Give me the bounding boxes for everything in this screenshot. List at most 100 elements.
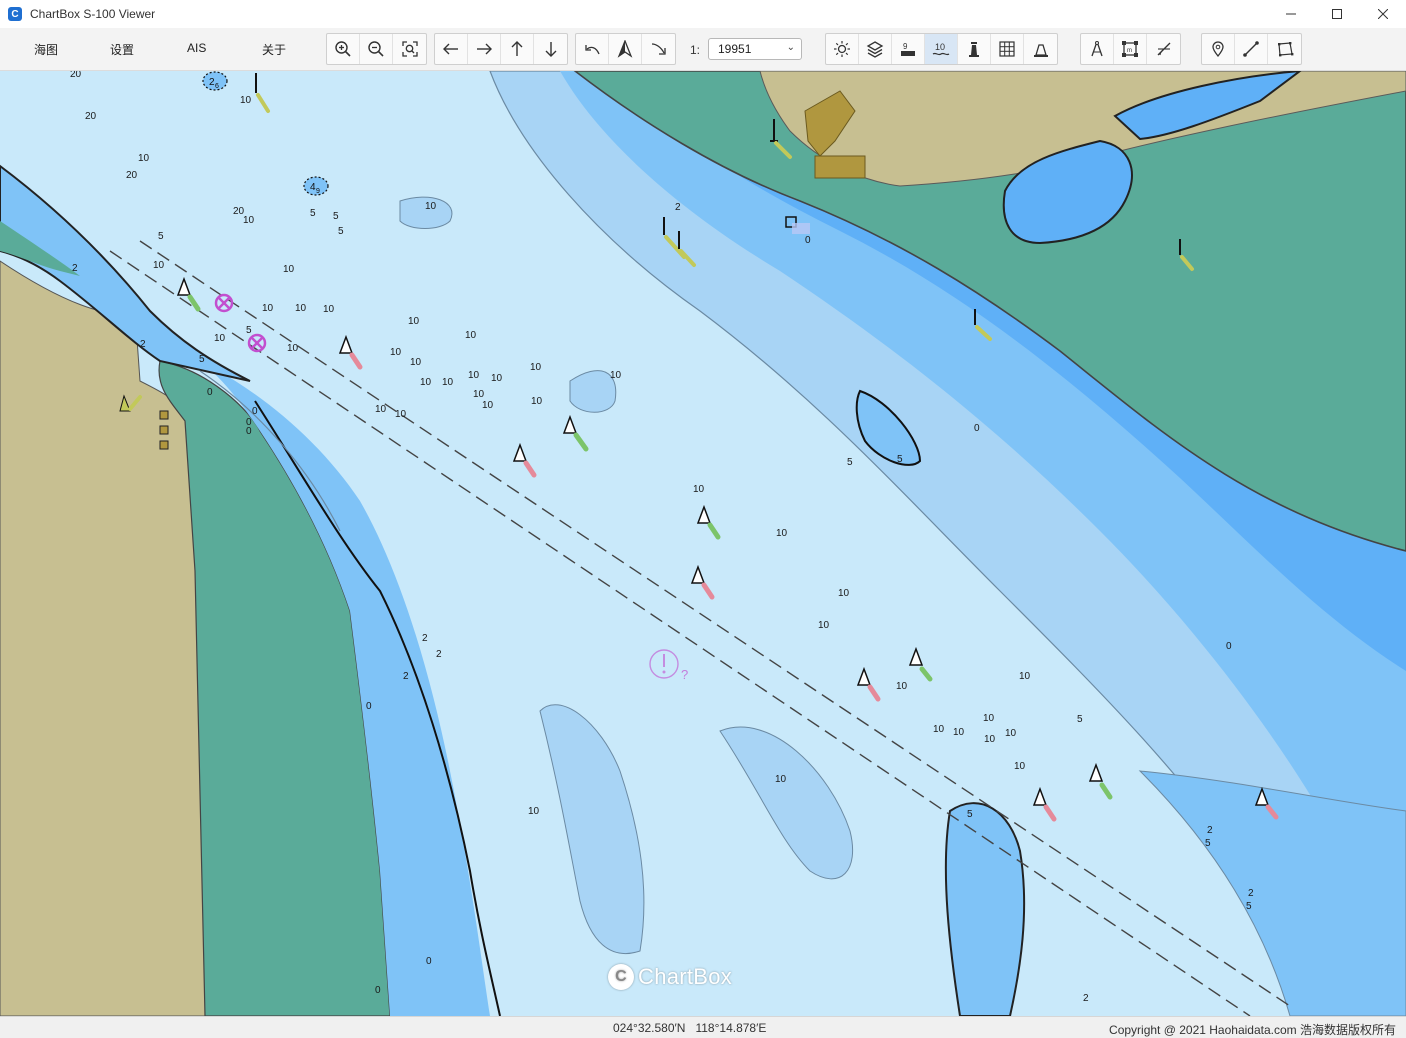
frame-button[interactable]: m	[1114, 34, 1147, 64]
orientation-toolbar-group	[575, 33, 676, 65]
minimize-icon	[1286, 13, 1296, 15]
depth-sounding: 2	[1248, 888, 1254, 899]
latitude-readout: 024°32.580′N	[613, 1021, 686, 1035]
depth-sounding: 10	[473, 389, 485, 400]
grid-icon	[999, 41, 1015, 57]
depth-sounding: 10	[1005, 728, 1017, 739]
north-up-icon	[617, 40, 633, 58]
anchor-area-button[interactable]	[1024, 34, 1057, 64]
grid-button[interactable]	[991, 34, 1024, 64]
rotate-right-button[interactable]	[642, 34, 675, 64]
red-buoy-symbol	[512, 442, 537, 478]
depth-sounding: 10	[323, 304, 335, 315]
menu-settings[interactable]: 设置	[110, 41, 134, 58]
scale-dropdown[interactable]: 19951 ⌄	[708, 38, 802, 60]
layers-button[interactable]	[859, 34, 892, 64]
zoom-fit-button[interactable]	[393, 34, 426, 64]
depth-sounding: 10	[243, 215, 255, 226]
line-button[interactable]	[1235, 34, 1268, 64]
rotate-right-icon	[651, 43, 666, 55]
shoal-area	[719, 726, 854, 880]
scale-value: 19951	[718, 42, 752, 56]
depth-sounding: 5	[158, 231, 164, 242]
app-logo-icon: C	[8, 7, 22, 21]
southeast-shallow-water	[944, 802, 1026, 1016]
shoal-area	[569, 370, 617, 413]
depth-sounding: 10	[410, 357, 422, 368]
depth-sounding: 10	[138, 153, 150, 164]
svg-text:9: 9	[903, 42, 908, 51]
copyright-text: Copyright @ 2021 Haohaidata.com 浩海数据版权所有	[1109, 1023, 1396, 1037]
depth-sounding: 2	[1207, 825, 1213, 836]
menu-about[interactable]: 关于	[262, 41, 286, 58]
green-buoy-symbol	[176, 276, 201, 312]
depth-sounding: 5	[1205, 838, 1211, 849]
depth-sounding: 10	[153, 260, 165, 271]
depth-sounding: 0	[974, 423, 980, 434]
soundings-icon: 10	[932, 42, 950, 56]
wreck-symbol	[214, 293, 234, 313]
depth-sounding: 5	[1077, 714, 1083, 725]
depth-sounding: 10	[896, 681, 908, 692]
rotate-left-button[interactable]	[576, 34, 609, 64]
close-button[interactable]	[1360, 0, 1406, 28]
depth-sounding: 2	[72, 263, 78, 274]
maximize-button[interactable]	[1314, 0, 1360, 28]
lighthouse-button[interactable]	[958, 34, 991, 64]
minimize-button[interactable]	[1268, 0, 1314, 28]
chart-map[interactable]: ? 4 9 2 6 20 20 10 10 20 20 10 10 10 10 …	[0, 71, 1406, 1016]
depth-sounding: 0	[207, 387, 213, 398]
depth-button[interactable]: 9	[892, 34, 925, 64]
depth-sounding: 2	[1083, 993, 1089, 1004]
depth-sounding: 2	[675, 202, 681, 213]
depth-sounding: 10	[983, 713, 995, 724]
depth-sounding: 5	[897, 454, 903, 465]
signal-label-box	[792, 223, 810, 234]
svg-text:m: m	[1127, 48, 1132, 54]
depth-sounding: 5	[338, 226, 344, 237]
pan-right-button[interactable]	[468, 34, 501, 64]
menu-chart[interactable]: 海图	[34, 41, 58, 58]
display-toolbar-group: 9 10	[825, 33, 1058, 65]
east-land-parcel-2	[814, 155, 866, 179]
depth-sounding: 2	[422, 633, 428, 644]
depth-sounding: 10	[482, 400, 494, 411]
soundings-button[interactable]: 10	[925, 34, 958, 64]
chart-canvas[interactable]: ? 4 9 2 6	[0, 71, 1406, 1016]
depth-sounding: 0	[366, 701, 372, 712]
pan-left-button[interactable]	[435, 34, 468, 64]
depth-sounding: 10	[984, 734, 996, 745]
zoom-out-icon	[368, 41, 384, 57]
zoom-out-button[interactable]	[360, 34, 393, 64]
depth-sounding: 0	[246, 417, 252, 428]
depth-sounding: 10	[528, 806, 540, 817]
depth-sounding: 10	[375, 404, 387, 415]
depth-sounding: 10	[390, 347, 402, 358]
zoom-in-button[interactable]	[327, 34, 360, 64]
anchor-area-icon	[1033, 44, 1048, 57]
pin-button[interactable]	[1202, 34, 1235, 64]
depth-sounding: 10	[425, 201, 437, 212]
depth-sounding: 0	[426, 956, 432, 967]
zoom-fit-icon	[401, 41, 418, 57]
compass-button[interactable]	[1081, 34, 1114, 64]
polygon-button[interactable]	[1268, 34, 1301, 64]
menu-ais[interactable]: AIS	[187, 41, 206, 55]
pan-up-button[interactable]	[501, 34, 534, 64]
maximize-icon	[1332, 9, 1342, 19]
cursor-coordinates: 024°32.580′N 118°14.878′E	[613, 1021, 766, 1035]
depth-sounding: 10	[240, 95, 252, 106]
pan-down-button[interactable]	[534, 34, 567, 64]
depth-sounding: 10	[420, 377, 432, 388]
depth-sounding: 10	[395, 409, 407, 420]
depth-sounding: 10	[408, 316, 420, 327]
depth-sounding: 10	[838, 588, 850, 599]
green-buoy-symbol	[562, 414, 589, 452]
brightness-button[interactable]	[826, 34, 859, 64]
north-up-button[interactable]	[609, 34, 642, 64]
compass-icon	[1091, 41, 1103, 57]
green-buoy-symbol	[908, 646, 933, 682]
distance-button[interactable]	[1147, 34, 1180, 64]
depth-sounding: 5	[310, 208, 316, 219]
chevron-down-icon: ⌄	[786, 42, 795, 53]
